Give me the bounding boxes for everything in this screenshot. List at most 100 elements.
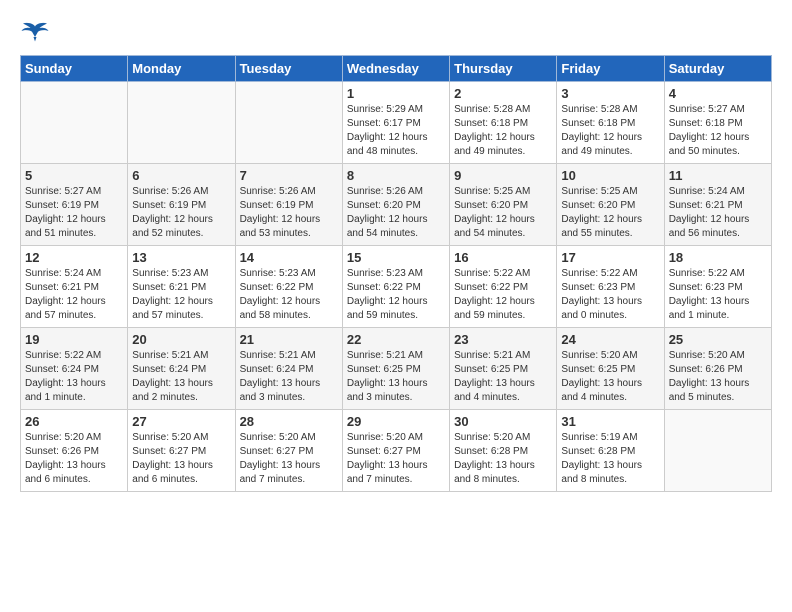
- day-detail: Sunrise: 5:20 AM Sunset: 6:27 PM Dayligh…: [347, 431, 445, 487]
- day-detail: Sunrise: 5:21 AM Sunset: 6:24 PM Dayligh…: [132, 349, 230, 405]
- weekday-header: Thursday: [450, 56, 557, 82]
- day-detail: Sunrise: 5:22 AM Sunset: 6:22 PM Dayligh…: [454, 267, 552, 323]
- day-detail: Sunrise: 5:23 AM Sunset: 6:22 PM Dayligh…: [240, 267, 338, 323]
- calendar-cell: 25 Sunrise: 5:20 AM Sunset: 6:26 PM Dayli…: [664, 328, 771, 410]
- weekday-header: Sunday: [21, 56, 128, 82]
- calendar-cell: 28 Sunrise: 5:20 AM Sunset: 6:27 PM Dayli…: [235, 410, 342, 492]
- day-detail: Sunrise: 5:26 AM Sunset: 6:19 PM Dayligh…: [240, 185, 338, 241]
- calendar-cell: 15 Sunrise: 5:23 AM Sunset: 6:22 PM Dayli…: [342, 246, 449, 328]
- calendar-cell: 26 Sunrise: 5:20 AM Sunset: 6:26 PM Dayli…: [21, 410, 128, 492]
- calendar-cell: 17 Sunrise: 5:22 AM Sunset: 6:23 PM Dayli…: [557, 246, 664, 328]
- day-detail: Sunrise: 5:20 AM Sunset: 6:25 PM Dayligh…: [561, 349, 659, 405]
- day-number: 23: [454, 332, 552, 347]
- calendar-cell: 12 Sunrise: 5:24 AM Sunset: 6:21 PM Dayli…: [21, 246, 128, 328]
- calendar-cell: 1 Sunrise: 5:29 AM Sunset: 6:17 PM Daylig…: [342, 82, 449, 164]
- calendar-cell: 30 Sunrise: 5:20 AM Sunset: 6:28 PM Dayli…: [450, 410, 557, 492]
- calendar-cell: 31 Sunrise: 5:19 AM Sunset: 6:28 PM Dayli…: [557, 410, 664, 492]
- day-detail: Sunrise: 5:27 AM Sunset: 6:18 PM Dayligh…: [669, 103, 767, 159]
- calendar-cell: 27Sunrise: 5:20 AM Sunset: 6:27 PM Dayli…: [128, 410, 235, 492]
- calendar-cell: [128, 82, 235, 164]
- day-detail: Sunrise: 5:27 AM Sunset: 6:19 PM Dayligh…: [25, 185, 123, 241]
- day-number: 1: [347, 86, 445, 101]
- calendar-cell: 22 Sunrise: 5:21 AM Sunset: 6:25 PM Dayli…: [342, 328, 449, 410]
- day-detail: Sunrise: 5:25 AM Sunset: 6:20 PM Dayligh…: [561, 185, 659, 241]
- logo: [20, 20, 54, 45]
- day-detail: Sunrise: 5:21 AM Sunset: 6:24 PM Dayligh…: [240, 349, 338, 405]
- day-detail: Sunrise: 5:21 AM Sunset: 6:25 PM Dayligh…: [454, 349, 552, 405]
- logo-icon: [20, 20, 50, 45]
- day-detail: Sunrise: 5:20 AM Sunset: 6:28 PM Dayligh…: [454, 431, 552, 487]
- day-detail: Sunrise: 5:24 AM Sunset: 6:21 PM Dayligh…: [669, 185, 767, 241]
- calendar-table: SundayMondayTuesdayWednesdayThursdayFrid…: [20, 55, 772, 492]
- day-number: 2: [454, 86, 552, 101]
- calendar-cell: 18 Sunrise: 5:22 AM Sunset: 6:23 PM Dayli…: [664, 246, 771, 328]
- day-detail: Sunrise: 5:22 AM Sunset: 6:24 PM Dayligh…: [25, 349, 123, 405]
- day-number: 24: [561, 332, 659, 347]
- day-detail: Sunrise: 5:21 AM Sunset: 6:25 PM Dayligh…: [347, 349, 445, 405]
- day-detail: Sunrise: 5:22 AM Sunset: 6:23 PM Dayligh…: [669, 267, 767, 323]
- day-detail: Sunrise: 5:29 AM Sunset: 6:17 PM Dayligh…: [347, 103, 445, 159]
- day-number: 3: [561, 86, 659, 101]
- day-number: 20: [132, 332, 230, 347]
- day-number: 17: [561, 250, 659, 265]
- day-number: 22: [347, 332, 445, 347]
- day-number: 30: [454, 414, 552, 429]
- weekday-header: Friday: [557, 56, 664, 82]
- calendar-cell: 4 Sunrise: 5:27 AM Sunset: 6:18 PM Daylig…: [664, 82, 771, 164]
- day-detail: Sunrise: 5:26 AM Sunset: 6:19 PM Dayligh…: [132, 185, 230, 241]
- day-number: 5: [25, 168, 123, 183]
- calendar-cell: 20 Sunrise: 5:21 AM Sunset: 6:24 PM Dayli…: [128, 328, 235, 410]
- calendar-cell: 2Sunrise: 5:28 AM Sunset: 6:18 PM Daylig…: [450, 82, 557, 164]
- day-number: 14: [240, 250, 338, 265]
- calendar-cell: 24 Sunrise: 5:20 AM Sunset: 6:25 PM Dayli…: [557, 328, 664, 410]
- page-header: [20, 20, 772, 45]
- day-detail: Sunrise: 5:22 AM Sunset: 6:23 PM Dayligh…: [561, 267, 659, 323]
- day-detail: Sunrise: 5:23 AM Sunset: 6:22 PM Dayligh…: [347, 267, 445, 323]
- weekday-header: Saturday: [664, 56, 771, 82]
- calendar-cell: [235, 82, 342, 164]
- day-detail: Sunrise: 5:24 AM Sunset: 6:21 PM Dayligh…: [25, 267, 123, 323]
- calendar-cell: 19 Sunrise: 5:22 AM Sunset: 6:24 PM Dayli…: [21, 328, 128, 410]
- calendar-cell: 11 Sunrise: 5:24 AM Sunset: 6:21 PM Dayli…: [664, 164, 771, 246]
- weekday-header: Monday: [128, 56, 235, 82]
- day-number: 28: [240, 414, 338, 429]
- day-number: 18: [669, 250, 767, 265]
- day-detail: Sunrise: 5:28 AM Sunset: 6:18 PM Dayligh…: [561, 103, 659, 159]
- weekday-header: Tuesday: [235, 56, 342, 82]
- day-number: 26: [25, 414, 123, 429]
- day-detail: Sunrise: 5:20 AM Sunset: 6:27 PM Dayligh…: [240, 431, 338, 487]
- calendar-cell: 16 Sunrise: 5:22 AM Sunset: 6:22 PM Dayli…: [450, 246, 557, 328]
- calendar-cell: [21, 82, 128, 164]
- calendar-cell: [664, 410, 771, 492]
- day-number: 16: [454, 250, 552, 265]
- day-number: 12: [25, 250, 123, 265]
- day-number: 13: [132, 250, 230, 265]
- day-number: 8: [347, 168, 445, 183]
- day-number: 15: [347, 250, 445, 265]
- calendar-cell: 6Sunrise: 5:26 AM Sunset: 6:19 PM Daylig…: [128, 164, 235, 246]
- day-number: 11: [669, 168, 767, 183]
- day-number: 29: [347, 414, 445, 429]
- calendar-cell: 10 Sunrise: 5:25 AM Sunset: 6:20 PM Dayli…: [557, 164, 664, 246]
- day-detail: Sunrise: 5:23 AM Sunset: 6:21 PM Dayligh…: [132, 267, 230, 323]
- day-detail: Sunrise: 5:26 AM Sunset: 6:20 PM Dayligh…: [347, 185, 445, 241]
- calendar-cell: 13 Sunrise: 5:23 AM Sunset: 6:21 PM Dayli…: [128, 246, 235, 328]
- calendar-cell: 9Sunrise: 5:25 AM Sunset: 6:20 PM Daylig…: [450, 164, 557, 246]
- day-number: 4: [669, 86, 767, 101]
- day-number: 19: [25, 332, 123, 347]
- day-number: 25: [669, 332, 767, 347]
- day-number: 21: [240, 332, 338, 347]
- calendar-cell: 21 Sunrise: 5:21 AM Sunset: 6:24 PM Dayli…: [235, 328, 342, 410]
- day-detail: Sunrise: 5:19 AM Sunset: 6:28 PM Dayligh…: [561, 431, 659, 487]
- day-detail: Sunrise: 5:20 AM Sunset: 6:26 PM Dayligh…: [669, 349, 767, 405]
- day-number: 7: [240, 168, 338, 183]
- day-number: 9: [454, 168, 552, 183]
- calendar-cell: 5 Sunrise: 5:27 AM Sunset: 6:19 PM Daylig…: [21, 164, 128, 246]
- calendar-cell: 14 Sunrise: 5:23 AM Sunset: 6:22 PM Dayli…: [235, 246, 342, 328]
- day-number: 31: [561, 414, 659, 429]
- day-number: 10: [561, 168, 659, 183]
- day-number: 27: [132, 414, 230, 429]
- calendar-cell: 23 Sunrise: 5:21 AM Sunset: 6:25 PM Dayli…: [450, 328, 557, 410]
- calendar-cell: 7 Sunrise: 5:26 AM Sunset: 6:19 PM Daylig…: [235, 164, 342, 246]
- day-detail: Sunrise: 5:20 AM Sunset: 6:26 PM Dayligh…: [25, 431, 123, 487]
